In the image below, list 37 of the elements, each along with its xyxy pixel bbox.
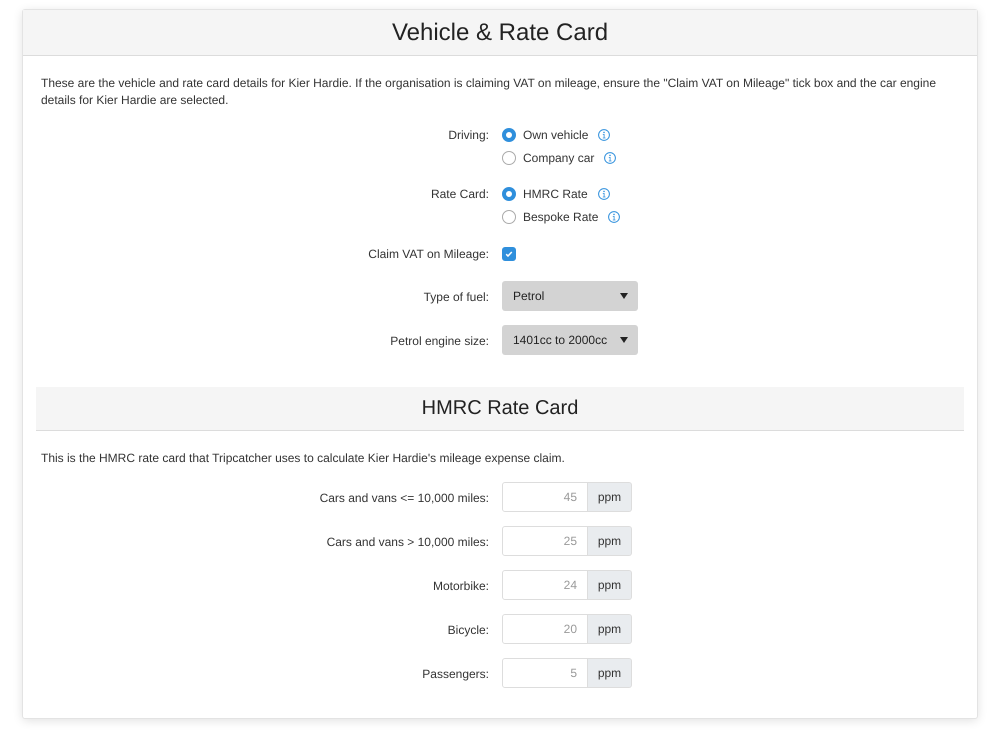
unit-label: ppm [588, 614, 632, 644]
radio-button[interactable] [502, 128, 516, 142]
field-label: Rate Card: [430, 186, 489, 201]
field-label: Petrol engine size: [389, 333, 489, 348]
info-icon[interactable] [604, 152, 616, 164]
section-title: Vehicle & Rate Card [390, 18, 610, 48]
field-label: Bicycle: [446, 622, 489, 637]
check-icon [505, 250, 513, 258]
option-label: Bespoke Rate [523, 210, 598, 224]
unit-label: ppm [588, 570, 632, 600]
caret-icon [620, 337, 628, 343]
field-label: Type of fuel: [422, 289, 489, 304]
field-label: Cars and vans > 10,000 miles: [326, 534, 489, 549]
radio-button[interactable] [502, 210, 516, 224]
info-icon[interactable] [598, 188, 610, 200]
dropdown[interactable]: 1401cc to 2000cc [502, 325, 638, 355]
section-title: HMRC Rate Card [420, 396, 580, 421]
info-icon[interactable] [598, 128, 610, 140]
unit-label: ppm [588, 526, 632, 556]
field-label: Driving: [447, 127, 489, 142]
field-label: Passengers: [421, 666, 489, 681]
description-text: This is the HMRC rate card that Tripcatcher uses to calculate Kier Hardie's mileage expense claim. [40, 450, 566, 467]
field-label: Cars and vans <= 10,000 miles: [318, 490, 489, 505]
description-text: These are the vehicle and rate card details for Kier Hardie. If the organisation is claiming VAT on mileage, ensure the "Claim VAT on Mileage" tick box and the car engine details for Kier Hardie are selected. [40, 75, 937, 109]
option-label: Own vehicle [523, 128, 588, 142]
field-label: Motorbike: [432, 578, 489, 593]
info-icon[interactable] [608, 210, 620, 222]
option-label: Company car [523, 150, 594, 164]
option-label: HMRC Rate [523, 186, 588, 200]
unit-label: ppm [588, 658, 632, 688]
unit-label: ppm [588, 482, 632, 512]
caret-icon [620, 293, 628, 299]
field-label: Claim VAT on Mileage: [367, 246, 489, 261]
dropdown[interactable]: Petrol [502, 281, 638, 311]
radio-button[interactable] [502, 150, 516, 164]
checkbox[interactable] [502, 246, 516, 260]
radio-button[interactable] [502, 186, 516, 200]
